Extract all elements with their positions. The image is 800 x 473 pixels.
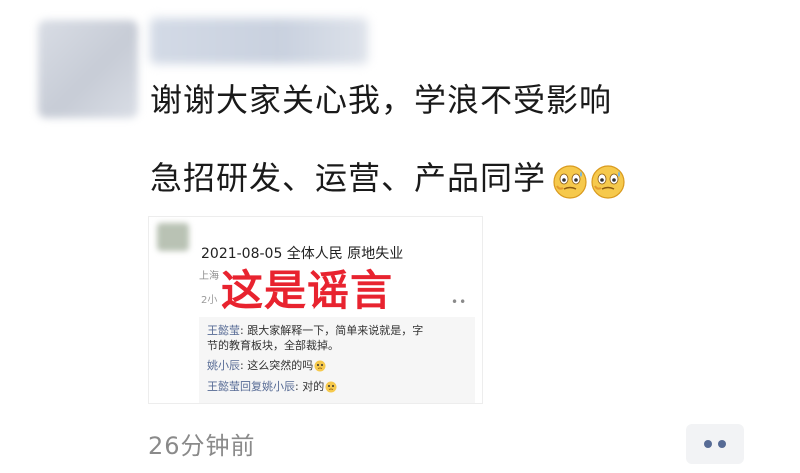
cold-sweat-emoji-icon [314,360,326,372]
post-text-line-2-content: 急招研发、运营、产品同学 [150,159,547,197]
comment-text: : 对的 [295,380,325,393]
post-timestamp: 26分钟前 [148,432,256,460]
embedded-comment: 王懿莹回复姚小辰: 对的 [207,379,337,395]
comment-text: : 跟大家解释一下，简单来说就是，字 [240,324,424,337]
embedded-screenshot[interactable]: 2021-08-05 全体人民 原地失业 上海 2小 •• 王懿莹: 跟大家解释… [148,216,483,404]
post-text-line-2: 急招研发、运营、产品同学 [150,158,626,200]
emoji-group [550,160,626,200]
comment-text: 节的教育板块，全部裁掉。 [207,339,339,352]
embedded-comment: 姚小辰: 这么突然的吗 [207,358,326,374]
cold-sweat-emoji-icon [591,165,625,199]
more-dots-icon [718,440,726,448]
post-text-line-1: 谢谢大家关心我，学浪不受影响 [150,80,612,120]
comment-author: 王懿莹回复姚小辰 [207,380,295,393]
cold-sweat-emoji-icon [325,381,337,393]
embedded-more-icon: •• [451,295,468,309]
embedded-comment: 王懿莹: 跟大家解释一下，简单来说就是，字 [207,323,423,339]
moments-post: 谢谢大家关心我，学浪不受影响 急招研发、运营、产品同学 2021-08-05 全… [0,0,800,473]
embedded-location: 上海 [199,271,219,282]
comment-text: : 这么突然的吗 [240,359,314,372]
embedded-time: 2小 [201,295,218,306]
embedded-comment-continuation: 节的教育板块，全部裁掉。 [207,338,339,354]
comment-author: 王懿莹 [207,324,240,337]
post-text-line-1-content: 谢谢大家关心我，学浪不受影响 [150,81,613,119]
author-name-blurred[interactable] [150,18,368,64]
more-options-button[interactable] [686,424,744,464]
rumor-stamp: 这是谣言 [221,266,394,315]
embedded-avatar [157,223,189,251]
avatar[interactable] [38,20,138,118]
comment-author: 姚小辰 [207,359,240,372]
more-dots-icon [704,440,712,448]
cold-sweat-emoji-icon [553,165,587,199]
